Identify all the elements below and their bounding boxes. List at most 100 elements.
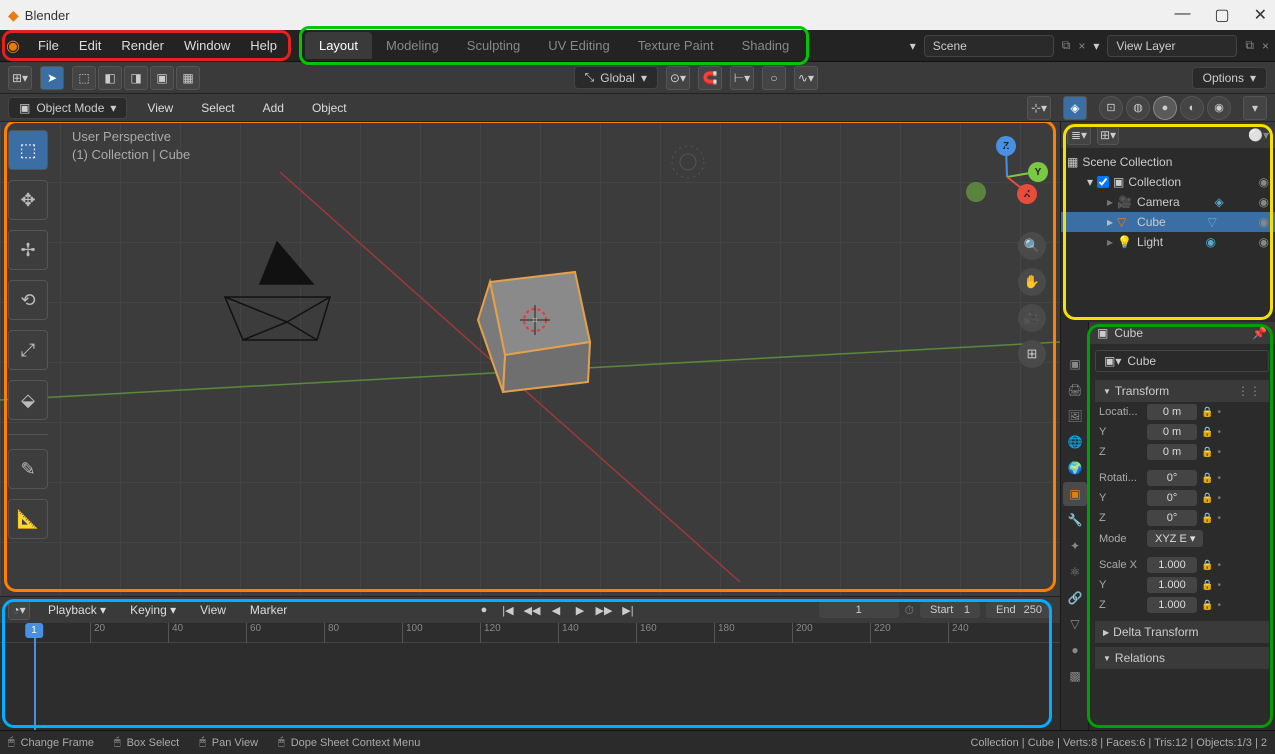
location-z-field[interactable]: 0 m: [1147, 444, 1197, 460]
tab-scene-props[interactable]: 🌐: [1063, 430, 1087, 454]
axis-gizmo[interactable]: Z Y X: [972, 142, 1042, 212]
lock-icon[interactable]: 🔒: [1201, 473, 1213, 484]
select-mode-1-icon[interactable]: ⬚: [72, 66, 96, 90]
collection-checkbox[interactable]: [1097, 176, 1109, 188]
eye-icon[interactable]: ◉: [1259, 175, 1269, 189]
tab-render-props[interactable]: ▣: [1063, 352, 1087, 376]
blender-icon[interactable]: ◉: [6, 36, 20, 56]
filter-icon[interactable]: ⚪▾: [1248, 128, 1269, 142]
gizmo-toggle-icon[interactable]: ⊹▾: [1027, 96, 1051, 120]
lock-icon[interactable]: 🔒: [1201, 427, 1213, 438]
object-name-field[interactable]: ▣▾ Cube: [1095, 350, 1269, 372]
select-mode-2-icon[interactable]: ◧: [98, 66, 122, 90]
ortho-toggle-icon[interactable]: ⊞: [1018, 340, 1046, 368]
tab-uvediting[interactable]: UV Editing: [534, 32, 623, 59]
rotation-z-field[interactable]: 0°: [1147, 510, 1197, 526]
chevron-right-icon[interactable]: ▸: [1107, 215, 1113, 229]
chevron-right-icon[interactable]: ▸: [1107, 195, 1113, 209]
jump-start-icon[interactable]: |◀: [498, 600, 518, 620]
location-y-field[interactable]: 0 m: [1147, 424, 1197, 440]
lock-icon[interactable]: 🔒: [1201, 407, 1213, 418]
current-frame-field[interactable]: 1: [819, 602, 899, 618]
render-icon[interactable]: ◈: [1215, 195, 1224, 209]
wireframe-icon[interactable]: ◍: [1126, 96, 1150, 120]
jump-end-icon[interactable]: ▶|: [618, 600, 638, 620]
overlay-toggle-icon[interactable]: ◈: [1063, 96, 1087, 120]
lock-icon[interactable]: 🔒: [1201, 560, 1213, 571]
lock-icon[interactable]: 🔒: [1201, 447, 1213, 458]
annotate-tool[interactable]: ✎: [8, 449, 48, 489]
rotation-y-field[interactable]: 0°: [1147, 490, 1197, 506]
tab-modeling[interactable]: Modeling: [372, 32, 453, 59]
copy-viewlayer-icon[interactable]: ⧉: [1245, 38, 1254, 53]
clock-icon[interactable]: ⏱: [905, 603, 914, 618]
menu-file[interactable]: File: [28, 34, 69, 57]
eye-icon[interactable]: ◉: [1259, 195, 1269, 209]
close-icon[interactable]: ✕: [1254, 5, 1267, 25]
xray-icon[interactable]: ⊡: [1099, 96, 1123, 120]
menu-view[interactable]: View: [139, 98, 181, 118]
editor-type-icon[interactable]: ⊞▾: [8, 66, 32, 90]
render-icon[interactable]: ▽: [1208, 215, 1217, 229]
eye-icon[interactable]: ◉: [1259, 215, 1269, 229]
tree-light[interactable]: ▸ 💡 Light ◉ ◉: [1061, 232, 1275, 252]
timeline-track[interactable]: 20406080100120140160180200220240 1: [0, 623, 1060, 730]
tab-shading[interactable]: Shading: [728, 32, 804, 59]
timeline-keying[interactable]: Keying ▾: [124, 601, 182, 619]
tree-scene-collection[interactable]: ▦ Scene Collection: [1061, 152, 1275, 172]
start-frame-field[interactable]: Start1: [920, 602, 980, 618]
tab-modifier-props[interactable]: 🔧: [1063, 508, 1087, 532]
minimize-icon[interactable]: —: [1174, 5, 1190, 25]
play-icon[interactable]: ▶: [570, 600, 590, 620]
delete-scene-icon[interactable]: ×: [1078, 39, 1085, 53]
timeline-editor-icon[interactable]: ◔▾: [8, 600, 30, 620]
menu-render[interactable]: Render: [111, 34, 174, 57]
viewlayer-field[interactable]: View Layer: [1107, 35, 1237, 57]
scale-x-field[interactable]: 1.000: [1147, 557, 1197, 573]
scene-field[interactable]: Scene: [924, 35, 1054, 57]
play-reverse-icon[interactable]: ◀: [546, 600, 566, 620]
tab-texturepaint[interactable]: Texture Paint: [624, 32, 728, 59]
transform-tool[interactable]: ⬙: [8, 380, 48, 420]
delete-viewlayer-icon[interactable]: ×: [1262, 39, 1269, 53]
timeline-marker[interactable]: Marker: [244, 601, 293, 619]
lock-icon[interactable]: 🔒: [1201, 493, 1213, 504]
eye-icon[interactable]: ◉: [1259, 235, 1269, 249]
outliner-type-icon[interactable]: ≣▾: [1067, 125, 1091, 145]
playhead[interactable]: 1: [25, 623, 43, 638]
select-mode-5-icon[interactable]: ▦: [176, 66, 200, 90]
tab-material-props[interactable]: ●: [1063, 638, 1087, 662]
options-dropdown[interactable]: Options ▾: [1192, 67, 1267, 89]
timeline-playback[interactable]: Playback ▾: [42, 601, 112, 619]
rotation-mode-dropdown[interactable]: XYZ E ▾: [1147, 530, 1203, 547]
material-icon[interactable]: ◐: [1180, 96, 1204, 120]
shading-options-icon[interactable]: ▾: [1243, 96, 1267, 120]
rotate-tool[interactable]: ⟲: [8, 280, 48, 320]
camera-view-icon[interactable]: 🎥: [1018, 304, 1046, 332]
scale-y-field[interactable]: 1.000: [1147, 577, 1197, 593]
menu-window[interactable]: Window: [174, 34, 240, 57]
autokey-icon[interactable]: ●: [474, 600, 494, 620]
viewport-canvas[interactable]: [0, 122, 1060, 582]
chevron-right-icon[interactable]: ▸: [1107, 235, 1113, 249]
timeline-view[interactable]: View: [194, 601, 232, 619]
measure-tool[interactable]: 📐: [8, 499, 48, 539]
cursor-tool-icon[interactable]: ➤: [40, 66, 64, 90]
viewport-3d[interactable]: User Perspective (1) Collection | Cube ⬚…: [0, 122, 1060, 596]
tab-sculpting[interactable]: Sculpting: [453, 32, 534, 59]
lock-icon[interactable]: 🔒: [1201, 513, 1213, 524]
solid-icon[interactable]: ●: [1153, 96, 1177, 120]
panel-menu-icon[interactable]: ⋮⋮: [1237, 384, 1261, 398]
tree-collection[interactable]: ▾ ▣ Collection ◉: [1061, 172, 1275, 192]
tab-viewlayer-props[interactable]: 🖼: [1063, 404, 1087, 428]
tab-physics-props[interactable]: ⚛: [1063, 560, 1087, 584]
proportional-falloff-icon[interactable]: ∿▾: [794, 66, 818, 90]
lock-icon[interactable]: 🔒: [1201, 600, 1213, 611]
cursor-tool[interactable]: ✥: [8, 180, 48, 220]
orientation-dropdown[interactable]: ⤡ Global ▾: [574, 66, 658, 89]
copy-scene-icon[interactable]: ⧉: [1062, 38, 1071, 53]
relations-header[interactable]: ▼ Relations: [1095, 647, 1269, 669]
camera-glyph[interactable]: [225, 242, 330, 340]
render-icon[interactable]: ◉: [1206, 235, 1216, 249]
pan-icon[interactable]: ✋: [1018, 268, 1046, 296]
